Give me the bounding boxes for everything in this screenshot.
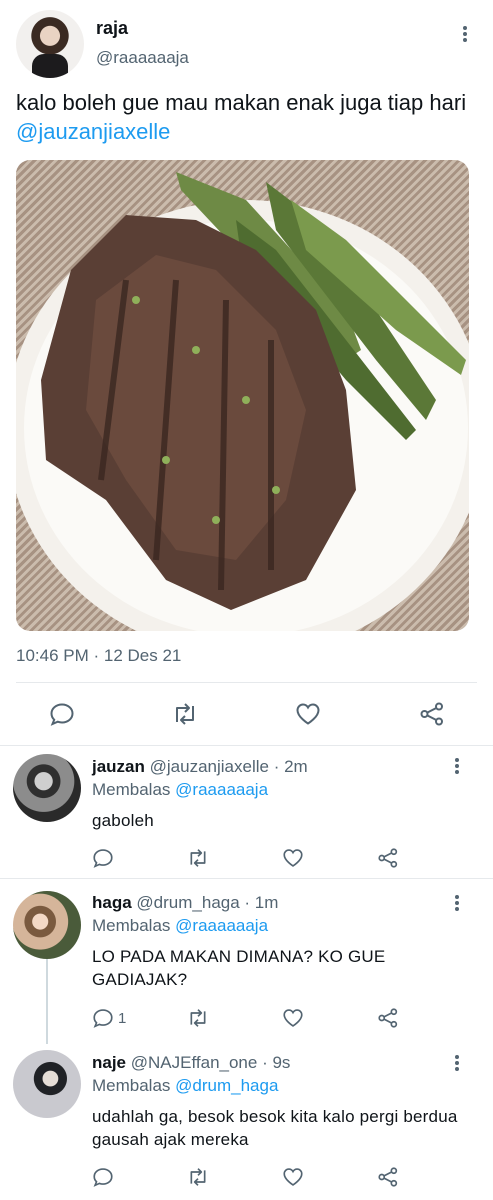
avatar[interactable] <box>13 891 81 959</box>
like-icon <box>283 1009 303 1027</box>
divider <box>16 682 477 683</box>
tweet-text: kalo boleh gue mau makan enak juga tiap … <box>16 88 476 146</box>
reply-author-handle[interactable]: @jauzanjiaxelle <box>150 757 269 776</box>
like-button[interactable] <box>295 702 321 726</box>
reply-tweet[interactable]: naje @NAJEffan_one · 9s Membalas @drum_h… <box>0 1040 493 1200</box>
retweet-button[interactable] <box>186 848 210 868</box>
replying-to: Membalas @drum_haga <box>92 1076 278 1096</box>
replying-label: Membalas <box>92 780 171 799</box>
retweet-button[interactable] <box>171 702 199 726</box>
like-button[interactable] <box>282 1167 304 1187</box>
like-icon <box>283 1168 303 1186</box>
reply-button[interactable] <box>92 848 118 868</box>
replying-to-link[interactable]: @raaaaaaja <box>175 916 268 935</box>
replying-to: Membalas @raaaaaaja <box>92 916 268 936</box>
more-options-icon[interactable] <box>447 756 467 776</box>
reply-text: udahlah ga, besok besok kita kalo pergi … <box>92 1107 458 1149</box>
reply-tweet[interactable]: haga @drum_haga · 1m Membalas @raaaaaaja… <box>0 879 493 1039</box>
retweet-icon <box>190 849 206 867</box>
reply-author-name[interactable]: jauzan <box>92 757 145 776</box>
main-tweet: raja @raaaaaaja kalo boleh gue mau makan… <box>0 0 493 745</box>
tweet-photo[interactable] <box>16 160 469 631</box>
share-button[interactable] <box>419 702 445 726</box>
replying-to-link[interactable]: @raaaaaaja <box>175 780 268 799</box>
replying-to-link[interactable]: @drum_haga <box>175 1076 278 1095</box>
share-button[interactable] <box>377 1167 399 1187</box>
reply-button[interactable] <box>49 702 75 726</box>
share-icon <box>420 702 443 726</box>
avatar[interactable] <box>13 754 81 822</box>
reply-header: naje @NAJEffan_one · 9s <box>92 1053 290 1073</box>
replying-label: Membalas <box>92 1076 171 1095</box>
like-button[interactable] <box>282 1008 304 1028</box>
reply-author-handle[interactable]: @NAJEffan_one <box>131 1053 258 1072</box>
more-options-icon[interactable] <box>455 24 475 44</box>
retweet-icon <box>190 1168 206 1186</box>
reply-time[interactable]: · 2m <box>274 757 308 776</box>
reply-time[interactable]: · 9s <box>262 1053 290 1072</box>
reply-button[interactable] <box>92 1167 118 1187</box>
reply-icon <box>50 703 74 726</box>
tweet-timestamp[interactable]: 10:46 PM · 12 Des 21 <box>16 646 181 666</box>
more-options-icon[interactable] <box>447 1053 467 1073</box>
reply-author-handle[interactable]: @drum_haga <box>136 893 239 912</box>
retweet-icon <box>190 1009 206 1027</box>
share-button[interactable] <box>377 1008 399 1028</box>
reply-time[interactable]: · 1m <box>244 893 278 912</box>
reply-icon <box>93 849 113 868</box>
reply-author-name[interactable]: haga <box>92 893 132 912</box>
replying-to: Membalas @raaaaaaja <box>92 780 268 800</box>
like-button[interactable] <box>282 848 304 868</box>
tweet-body: kalo boleh gue mau makan enak juga tiap … <box>16 90 467 115</box>
avatar[interactable] <box>13 1050 81 1118</box>
reply-author-name[interactable]: naje <box>92 1053 126 1072</box>
reply-button[interactable]: 1 <box>92 1008 126 1028</box>
author-name[interactable]: raja <box>96 18 128 39</box>
like-icon <box>283 849 303 867</box>
retweet-button[interactable] <box>186 1167 210 1187</box>
retweet-button[interactable] <box>186 1008 210 1028</box>
reply-icon <box>93 1009 113 1028</box>
share-icon <box>378 848 398 868</box>
like-icon <box>296 703 320 725</box>
reply-icon <box>93 1168 113 1187</box>
more-options-icon[interactable] <box>447 893 467 913</box>
replying-label: Membalas <box>92 916 171 935</box>
reply-header: jauzan @jauzanjiaxelle · 2m <box>92 757 308 777</box>
author-handle[interactable]: @raaaaaaja <box>96 48 189 68</box>
reply-header: haga @drum_haga · 1m <box>92 893 278 913</box>
retweet-icon <box>176 703 194 725</box>
tweet-mention-link[interactable]: @jauzanjiaxelle <box>16 119 170 144</box>
reply-text: gaboleh <box>92 811 154 830</box>
author-avatar[interactable] <box>16 10 84 78</box>
reply-count: 1 <box>118 1009 127 1027</box>
share-button[interactable] <box>377 848 399 868</box>
share-icon <box>378 1008 398 1028</box>
reply-text: LO PADA MAKAN DIMANA? KO GUE GADIAJAK? <box>92 947 386 989</box>
reply-tweet[interactable]: jauzan @jauzanjiaxelle · 2m Membalas @ra… <box>0 746 493 878</box>
share-icon <box>378 1167 398 1187</box>
steak-asparagus-image <box>16 172 469 631</box>
